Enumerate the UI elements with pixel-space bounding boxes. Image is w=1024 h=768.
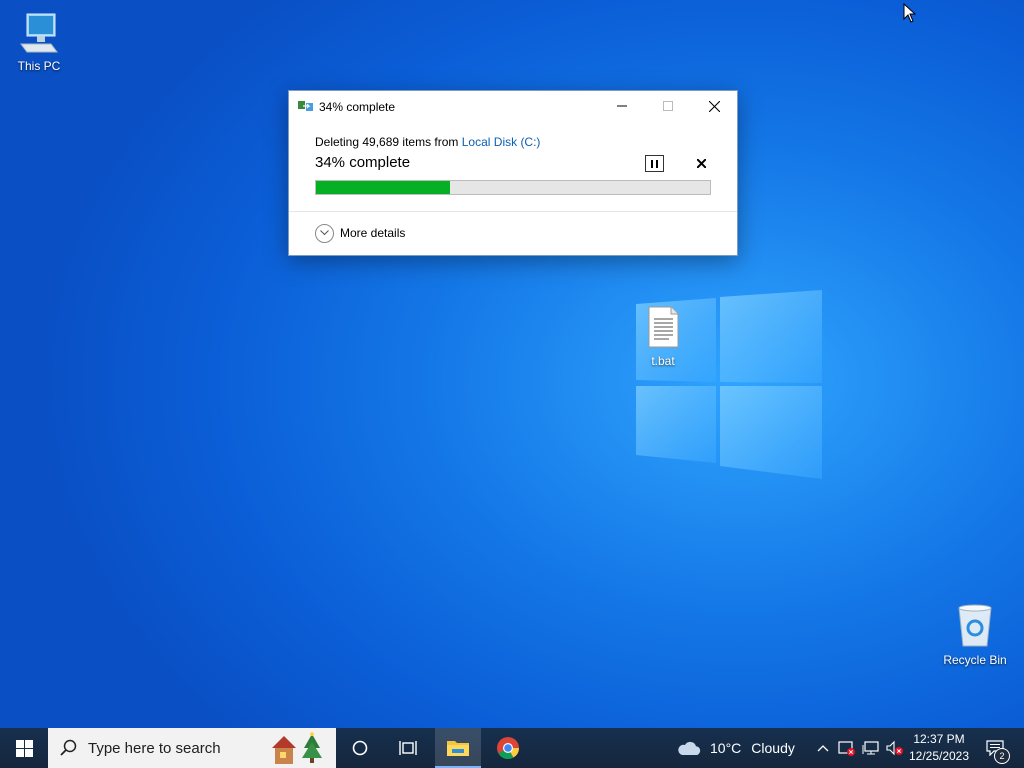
batch-file-icon xyxy=(648,306,679,348)
network-icon xyxy=(862,741,879,755)
cancel-icon xyxy=(696,158,706,168)
taskbar-clock[interactable]: 12:37 PM 12/25/2023 xyxy=(906,731,972,765)
file-move-icon xyxy=(298,101,313,111)
file-explorer-button[interactable] xyxy=(435,728,481,768)
deleting-status: Deleting 49,689 items from Local Disk (C… xyxy=(315,135,540,149)
desktop-icon-label: This PC xyxy=(17,59,61,73)
dialog-title: 34% complete xyxy=(319,100,396,114)
source-link[interactable]: Local Disk (C:) xyxy=(462,135,541,149)
network-tray-button[interactable] xyxy=(860,728,882,768)
deleting-prefix: Deleting 49,689 items from xyxy=(315,135,462,149)
maximize-icon xyxy=(663,101,673,111)
chrome-icon xyxy=(497,737,519,759)
file-explorer-icon xyxy=(447,741,469,756)
weather-temperature: 10°C xyxy=(710,740,742,756)
task-view-button[interactable] xyxy=(385,728,431,768)
clock-time: 12:37 PM xyxy=(913,732,965,746)
dialog-titlebar[interactable]: 34% complete xyxy=(289,91,737,121)
close-icon xyxy=(708,100,720,112)
minimize-icon xyxy=(617,105,627,107)
pause-icon xyxy=(651,159,658,168)
desktop-icon-label: t.bat xyxy=(651,354,675,368)
close-button[interactable] xyxy=(691,91,737,121)
chevron-up-icon xyxy=(817,745,829,752)
recycle-bin-icon xyxy=(958,604,992,647)
desktop-icon-recycle-bin[interactable]: Recycle Bin xyxy=(937,602,1013,667)
speaker-muted-icon xyxy=(886,740,903,756)
dialog-divider xyxy=(289,211,737,212)
desktop-icon-t-bat[interactable]: t.bat xyxy=(625,305,701,368)
weather-widget[interactable]: 10°C Cloudy xyxy=(676,728,795,768)
maximize-button[interactable] xyxy=(645,91,691,121)
expand-chevron-icon xyxy=(315,223,334,243)
minimize-button[interactable] xyxy=(599,91,645,121)
weather-condition: Cloudy xyxy=(751,740,795,756)
search-icon xyxy=(60,739,77,756)
more-details-button[interactable]: More details xyxy=(315,223,405,243)
security-alert-icon xyxy=(838,741,855,756)
progress-bar-fill xyxy=(316,181,450,194)
chrome-button[interactable] xyxy=(485,728,531,768)
clock-date: 12/25/2023 xyxy=(908,749,970,763)
percent-complete-text: 34% complete xyxy=(315,154,411,171)
cortana-icon xyxy=(352,740,368,756)
windows-start-icon xyxy=(15,739,33,757)
search-placeholder: Type here to search xyxy=(88,740,221,757)
desktop-icon-this-pc[interactable]: This PC xyxy=(1,10,77,73)
cancel-operation-button[interactable] xyxy=(693,155,709,171)
progress-bar xyxy=(315,180,711,195)
task-view-icon xyxy=(399,741,417,755)
more-details-label: More details xyxy=(340,226,406,240)
show-hidden-icons-button[interactable] xyxy=(814,728,832,768)
security-tray-button[interactable] xyxy=(836,728,858,768)
notification-center-button[interactable]: 2 xyxy=(980,728,1010,768)
taskbar-search-box[interactable]: Type here to search xyxy=(48,728,336,768)
notification-count-badge: 2 xyxy=(994,748,1010,764)
start-button[interactable] xyxy=(0,728,48,768)
delete-progress-dialog: 34% complete Deleting 49,689 items from … xyxy=(288,90,738,256)
volume-tray-button[interactable] xyxy=(884,728,906,768)
taskbar: Type here to search 10°C Cloudy 12:37 PM… xyxy=(0,728,1024,768)
cortana-button[interactable] xyxy=(337,728,383,768)
search-highlight-holiday-icon xyxy=(272,732,322,764)
desktop-icon-label: Recycle Bin xyxy=(943,653,1007,667)
computer-icon xyxy=(20,13,58,53)
cloud-icon xyxy=(678,741,701,755)
mouse-cursor-icon xyxy=(903,3,917,23)
pause-button[interactable] xyxy=(645,155,664,172)
